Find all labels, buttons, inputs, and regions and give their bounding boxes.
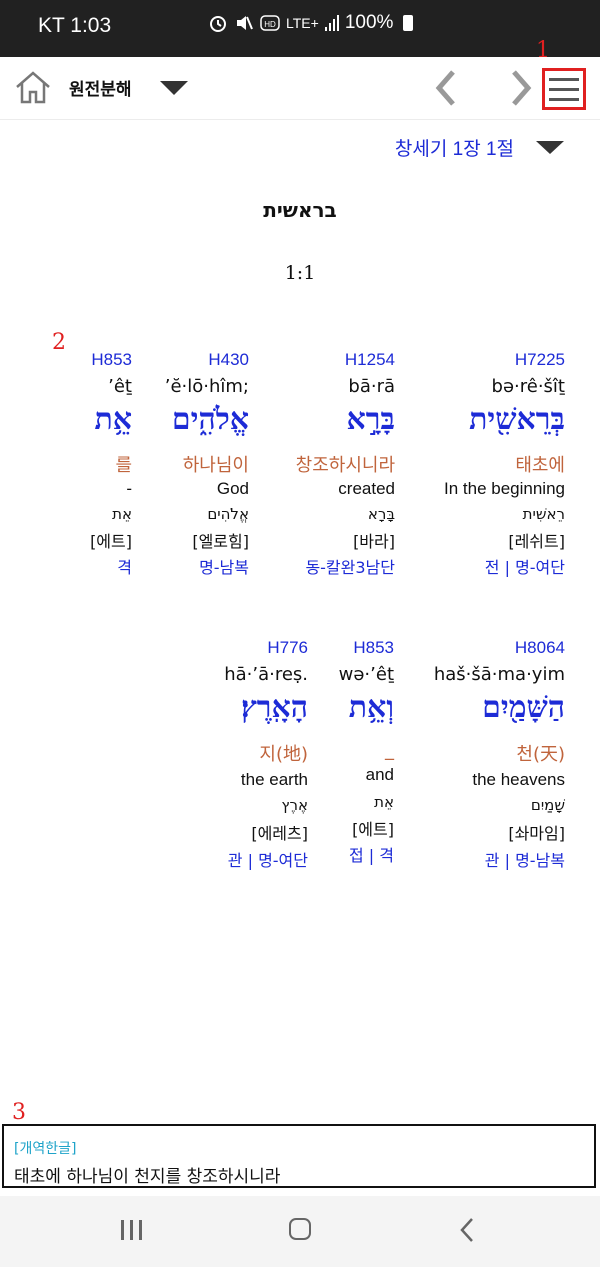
korean-meaning: _ (385, 740, 394, 761)
grammar-tag[interactable]: 관 | 명-남복 (485, 847, 565, 871)
hd-icon: HD (260, 15, 280, 31)
korean-meaning: 태초에 (515, 455, 565, 476)
home-nav-icon[interactable] (289, 1218, 311, 1240)
korean-pronunciation: [엘로힘] (192, 532, 249, 551)
hebrew-lemma: אֶרֶץ (281, 796, 308, 814)
strong-number[interactable]: H7225 (515, 350, 565, 370)
korean-meaning: 창조하시니라 (295, 455, 395, 476)
chevron-down-icon[interactable] (536, 141, 564, 154)
chevron-right-icon[interactable] (508, 69, 534, 107)
korean-meaning: 를 (115, 455, 132, 476)
korean-meaning: 지(地) (259, 744, 308, 765)
transliteration: bā·rā (348, 376, 395, 397)
strong-number[interactable]: H853 (353, 638, 394, 658)
korean-pronunciation: [에트] (352, 820, 394, 839)
hebrew-word: אֱלֹהִ֑ים (171, 402, 249, 437)
home-icon[interactable] (14, 69, 52, 105)
recents-bar (130, 1220, 133, 1240)
hebrew-word: אֵ֥ת (94, 402, 132, 437)
strong-number[interactable]: H1254 (345, 350, 395, 370)
transliteration: wə·’êṯ (338, 664, 394, 685)
page-title[interactable]: 원전분해 (69, 75, 132, 100)
hebrew-word: בְּרֵאשִׁ֖ית (469, 402, 565, 437)
transliteration: hā·’ā·reṣ. (224, 664, 308, 685)
recents-icon[interactable] (121, 1220, 142, 1240)
korean-pronunciation: [레쉬트] (508, 532, 565, 551)
hebrew-lemma: בָּרָא (367, 505, 395, 523)
hebrew-lemma: אֵת (112, 505, 132, 523)
grammar-tag[interactable]: 동-칼완3남단 (305, 554, 395, 578)
mute-icon (237, 16, 253, 30)
status-icons: HD LTE+ 100% (208, 12, 414, 34)
grammar-tag[interactable]: 전 | 명-여단 (485, 554, 565, 578)
hebrew-word: הַשָּׁמַ֖יִם (482, 690, 565, 725)
status-time: KT 1:03 (38, 14, 112, 37)
english-meaning: the earth (240, 770, 308, 789)
grammar-tag[interactable]: 명-남복 (199, 554, 249, 578)
annotation-2: 2 (52, 330, 66, 355)
strong-number[interactable]: H8064 (515, 638, 565, 658)
battery-icon (403, 15, 414, 31)
translation-label[interactable]: [개역한글] (14, 1138, 76, 1158)
status-bar: KT 1:03 HD LTE+ 100% (0, 0, 600, 57)
english-meaning: God (216, 479, 249, 498)
hebrew-word: בָּרָ֣א (346, 402, 395, 437)
grammar-tag[interactable]: 격 (117, 554, 132, 578)
transliteration: ’êṯ (108, 376, 132, 397)
transliteration: bə·rê·šîṯ (491, 376, 565, 397)
lte-icon: LTE+ (286, 15, 319, 31)
grammar-tag[interactable]: 접 | 격 (349, 842, 394, 866)
battery-text: 100% (344, 12, 394, 33)
hebrew-word: הָאָֽרֶץ׃ (241, 690, 308, 725)
strong-number[interactable]: H430 (208, 350, 249, 370)
menu-line (549, 97, 579, 101)
english-meaning: and (365, 765, 394, 784)
menu-button[interactable] (542, 68, 586, 110)
chevron-down-icon[interactable] (160, 81, 188, 95)
back-icon[interactable] (457, 1216, 477, 1244)
english-meaning: In the beginning (444, 479, 565, 498)
book-title: בראשית (263, 198, 337, 222)
menu-line (549, 87, 579, 91)
hebrew-lemma: אֵת (374, 793, 394, 811)
svg-text:HD: HD (264, 20, 276, 29)
english-meaning: the heavens (472, 770, 565, 789)
verse-reference[interactable]: 창세기 1장 1절 (395, 134, 514, 161)
english-meaning: created (338, 479, 395, 498)
hebrew-lemma: שָׁמַיִם (530, 796, 565, 814)
korean-meaning: 천(天) (516, 744, 565, 765)
chevron-left-icon[interactable] (433, 69, 459, 107)
korean-pronunciation: [에레츠] (251, 824, 308, 843)
transliteration: haš·šā·ma·yim (433, 664, 565, 685)
hebrew-word: וְאֵ֥ת (348, 690, 394, 725)
english-meaning: - (126, 479, 132, 498)
system-nav-bar (0, 1196, 600, 1267)
korean-pronunciation: [에트] (90, 532, 132, 551)
strong-number[interactable]: H853 (91, 350, 132, 370)
translation-box: [개역한글] 태초에 하나님이 천지를 창조하시니라 (2, 1124, 596, 1188)
transliteration: ’ĕ·lō·hîm; (164, 376, 249, 397)
hebrew-lemma: רֵאשִׁית (522, 505, 565, 523)
korean-meaning: 하나님이 (182, 455, 249, 476)
strong-number[interactable]: H776 (267, 638, 308, 658)
menu-line (549, 77, 579, 81)
translation-text: 태초에 하나님이 천지를 창조하시니라 (14, 1167, 281, 1187)
recents-bar (139, 1220, 142, 1240)
signal-icon (324, 15, 339, 31)
annotation-1: 1 (536, 38, 550, 63)
annotation-3: 3 (12, 1100, 26, 1125)
recents-bar (121, 1220, 124, 1240)
hebrew-lemma: אֱלֹהִים (207, 505, 249, 523)
alarm-icon (210, 16, 226, 32)
korean-pronunciation: [바라] (353, 532, 395, 551)
grammar-tag[interactable]: 관 | 명-여단 (228, 847, 308, 871)
korean-pronunciation: [솨마임] (508, 824, 565, 843)
chapter-verse: 1:1 (284, 262, 316, 284)
toolbar: 원전분해 (0, 57, 600, 120)
